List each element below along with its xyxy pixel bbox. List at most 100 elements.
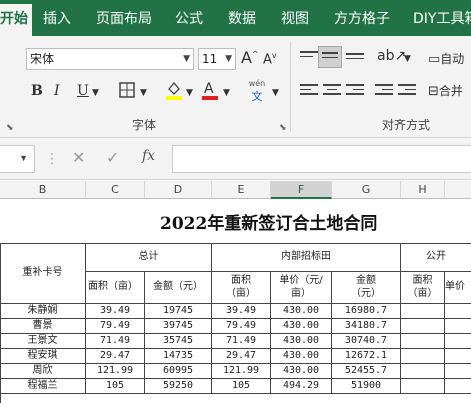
- font-size-select[interactable]: 11 ▼: [198, 48, 236, 70]
- orientation-icon[interactable]: ab↗: [377, 48, 406, 64]
- table-cell[interactable]: 16980.7: [332, 304, 401, 319]
- table-cell[interactable]: [445, 379, 471, 394]
- font-name-select[interactable]: 宋体 ▼: [26, 48, 194, 70]
- table-cell[interactable]: 12672.1: [332, 349, 401, 364]
- fill-color-button[interactable]: [165, 80, 183, 100]
- table-cell[interactable]: 430.00: [271, 304, 332, 319]
- table-cell[interactable]: 430.00: [271, 349, 332, 364]
- wrap-text-button[interactable]: ▭自动: [428, 50, 464, 67]
- decrease-indent-icon[interactable]: [375, 84, 393, 98]
- table-cell[interactable]: 71.49: [86, 334, 145, 349]
- table-cell[interactable]: [445, 304, 471, 319]
- chevron-down-icon[interactable]: ▼: [186, 88, 193, 98]
- tab-diy-toolbox[interactable]: DIY工具箱: [413, 8, 471, 28]
- group-header-internal-bid[interactable]: 内部招标田: [212, 244, 401, 272]
- dialog-launcher-icon[interactable]: ⬊: [6, 122, 14, 133]
- drag-handle-icon[interactable]: ⋮: [45, 150, 59, 167]
- borders-button[interactable]: [118, 81, 136, 99]
- group-header-public[interactable]: 公开: [401, 244, 471, 272]
- table-cell[interactable]: 35745: [145, 334, 212, 349]
- phonetic-button[interactable]: wén 文: [245, 79, 269, 104]
- increase-indent-icon[interactable]: [398, 84, 416, 98]
- group-header-total[interactable]: 总计: [86, 244, 212, 272]
- chevron-down-icon[interactable]: ▼: [223, 88, 230, 98]
- table-cell[interactable]: 105: [212, 379, 271, 394]
- subheader-unit-price[interactable]: 单价（元/ 亩）: [271, 272, 332, 304]
- column-header-c[interactable]: C: [86, 181, 145, 199]
- chevron-down-icon[interactable]: ▼: [272, 88, 279, 98]
- column-header-d[interactable]: D: [145, 181, 212, 199]
- table-cell[interactable]: 430.00: [271, 334, 332, 349]
- table-cell[interactable]: [401, 379, 445, 394]
- table-cell[interactable]: 52455.7: [332, 364, 401, 379]
- confirm-icon[interactable]: ✓: [106, 148, 119, 168]
- subheader-area[interactable]: 面积（亩）: [86, 272, 145, 304]
- table-cell-name[interactable]: 曹景: [0, 319, 86, 334]
- bold-button[interactable]: B: [31, 83, 43, 99]
- name-box[interactable]: ▼: [0, 145, 35, 173]
- table-cell-name[interactable]: 程福兰: [0, 379, 86, 394]
- chevron-down-icon[interactable]: ▼: [140, 88, 147, 98]
- align-middle-icon[interactable]: [318, 46, 342, 68]
- tab-fangfang[interactable]: 方方格子: [334, 8, 390, 28]
- table-cell-name[interactable]: 王景文: [0, 334, 86, 349]
- column-header-e[interactable]: E: [212, 181, 271, 199]
- table-cell[interactable]: 71.49: [212, 334, 271, 349]
- subheader-area[interactable]: 面积 （亩）: [401, 272, 445, 304]
- table-cell[interactable]: [445, 349, 471, 364]
- tab-formulas[interactable]: 公式: [175, 8, 203, 28]
- merge-center-button[interactable]: ⊟合并: [428, 82, 463, 99]
- font-color-button[interactable]: A: [201, 80, 219, 100]
- table-cell[interactable]: 39.49: [86, 304, 145, 319]
- italic-button[interactable]: I: [54, 83, 60, 99]
- table-cell[interactable]: 39.49: [212, 304, 271, 319]
- increase-font-size-button[interactable]: A^: [241, 48, 259, 67]
- underline-button[interactable]: U: [77, 83, 89, 99]
- table-cell[interactable]: 105: [86, 379, 145, 394]
- column-header-b[interactable]: B: [0, 181, 86, 199]
- table-cell[interactable]: 121.99: [86, 364, 145, 379]
- table-cell[interactable]: 79.49: [86, 319, 145, 334]
- align-left-icon[interactable]: [300, 84, 318, 98]
- formula-input[interactable]: [172, 145, 471, 173]
- table-cell[interactable]: 79.49: [212, 319, 271, 334]
- table-cell[interactable]: 39745: [145, 319, 212, 334]
- table-cell[interactable]: 430.00: [271, 319, 332, 334]
- table-cell[interactable]: 494.29: [271, 379, 332, 394]
- table-cell-name[interactable]: 周欣: [0, 364, 86, 379]
- align-top-icon[interactable]: [300, 51, 318, 65]
- subheader-unit-price[interactable]: 单价: [445, 272, 471, 304]
- table-cell[interactable]: 59250: [145, 379, 212, 394]
- dialog-launcher-icon[interactable]: ⬊: [279, 122, 287, 133]
- table-cell[interactable]: [401, 319, 445, 334]
- tab-home[interactable]: 开始: [0, 4, 32, 36]
- table-cell-name[interactable]: 程安琪: [0, 349, 86, 364]
- table-cell[interactable]: 19745: [145, 304, 212, 319]
- table-cell[interactable]: [445, 364, 471, 379]
- table-cell[interactable]: 14735: [145, 349, 212, 364]
- table-cell[interactable]: 51900: [332, 379, 401, 394]
- table-cell[interactable]: [401, 304, 445, 319]
- tab-data[interactable]: 数据: [228, 8, 256, 28]
- table-cell-name[interactable]: 朱静娴: [0, 304, 86, 319]
- table-cell[interactable]: 430.00: [271, 364, 332, 379]
- subheader-area[interactable]: 面积 （亩）: [212, 272, 271, 304]
- subheader-amount[interactable]: 金额 （元）: [332, 272, 401, 304]
- column-header-next[interactable]: [445, 181, 471, 199]
- table-cell[interactable]: [401, 364, 445, 379]
- table-cell[interactable]: [445, 319, 471, 334]
- subheader-amount[interactable]: 金额（元）: [145, 272, 212, 304]
- align-right-icon[interactable]: [346, 84, 364, 98]
- table-cell[interactable]: [401, 349, 445, 364]
- column-header-f[interactable]: F: [271, 181, 332, 199]
- cancel-icon[interactable]: ✕: [72, 148, 85, 168]
- chevron-down-icon[interactable]: ▼: [19, 153, 28, 163]
- tab-page-layout[interactable]: 页面布局: [96, 8, 152, 28]
- column-header-h[interactable]: H: [401, 181, 445, 199]
- decrease-font-size-button[interactable]: Av: [263, 51, 277, 67]
- table-cell[interactable]: [401, 334, 445, 349]
- insert-function-icon[interactable]: fx: [142, 148, 155, 164]
- table-cell[interactable]: 60995: [145, 364, 212, 379]
- align-bottom-icon[interactable]: [346, 53, 364, 67]
- table-cell[interactable]: 30740.7: [332, 334, 401, 349]
